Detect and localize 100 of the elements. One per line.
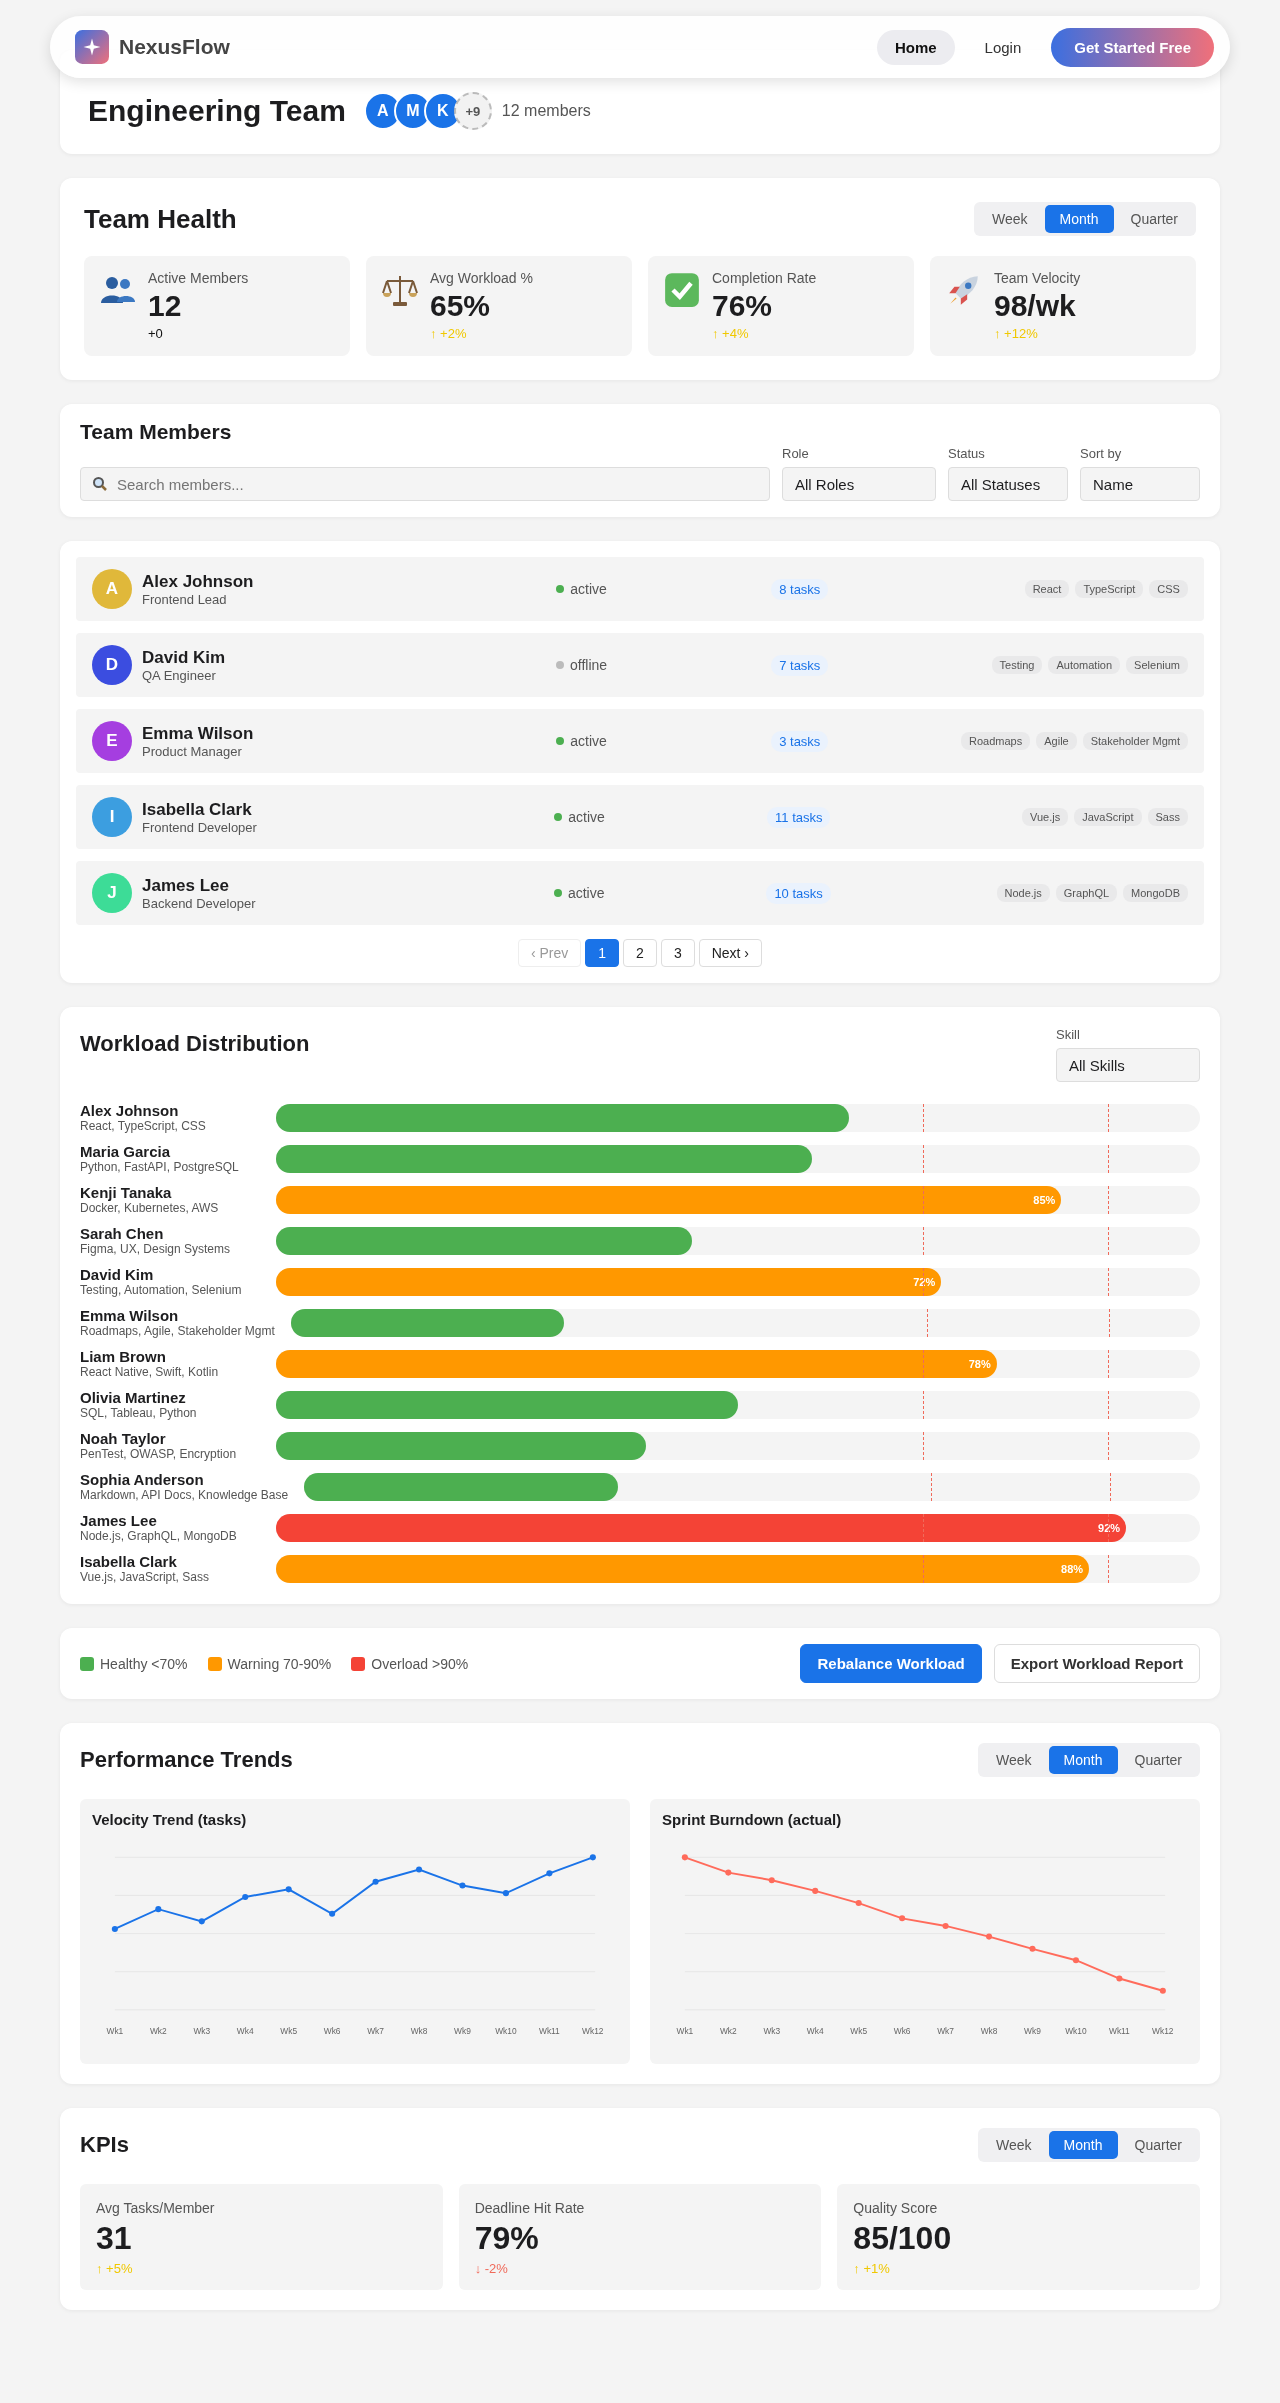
axis-label: Wk4: [806, 2026, 824, 2037]
nav-link[interactable]: Home: [876, 29, 955, 65]
threshold-line: [1107, 1554, 1109, 1583]
threshold-line: [922, 1267, 924, 1296]
member-name: Isabella Clark: [142, 799, 253, 820]
member-avatar: J: [92, 873, 132, 913]
period-tab[interactable]: Month: [1048, 1746, 1118, 1774]
chart-title: Velocity Trend (tasks): [92, 1811, 248, 1828]
legend-label: Warning 70-90%: [227, 1655, 332, 1672]
threshold-line: [922, 1226, 924, 1255]
member-row[interactable]: J James Lee Backend Developer active 10 tasks Node.js GraphQL MongoDB: [76, 861, 1204, 925]
skill-tag: Agile: [1036, 732, 1077, 750]
period-tab[interactable]: Quarter: [1119, 1746, 1197, 1774]
stat-label: Active Members: [148, 270, 249, 286]
member-skills: PenTest, OWASP, Encryption: [80, 1447, 238, 1461]
member-skills: Node.js, GraphQL, MongoDB: [80, 1529, 238, 1543]
threshold-line: [922, 1103, 924, 1132]
stat-value: 12: [148, 288, 183, 324]
axis-label: Wk12: [1152, 2026, 1174, 2037]
workload-percent: 85%: [1033, 1193, 1056, 1206]
kpi-label: Avg Tasks/Member: [96, 2200, 216, 2216]
axis-label: Wk8: [980, 2026, 998, 2037]
member-role: Frontend Developer: [142, 819, 257, 835]
member-count: 12 members: [501, 102, 591, 120]
task-count-badge: 7 tasks: [771, 654, 829, 676]
workload-action-button[interactable]: Rebalance Workload: [800, 1644, 982, 1683]
member-avatar: D: [92, 645, 132, 685]
axis-label: Wk2: [149, 2026, 167, 2037]
axis-label: Wk1: [676, 2026, 694, 2037]
axis-label: Wk6: [893, 2026, 911, 2037]
more-avatars-badge: +9: [453, 92, 492, 130]
section-title: Team Members: [80, 420, 233, 444]
threshold-line: [1107, 1267, 1109, 1296]
get-started-button[interactable]: Get Started Free: [1051, 27, 1214, 67]
member-row[interactable]: A Alex Johnson Frontend Lead active 8 tasks React TypeScript CSS: [76, 557, 1204, 621]
axis-label: Wk11: [1109, 2026, 1130, 2037]
workload-percent: 78%: [968, 1357, 991, 1370]
sparkle-logo-icon: [75, 30, 109, 64]
workload-action-button[interactable]: Export Workload Report: [993, 1644, 1200, 1683]
search-field[interactable]: Search members...: [80, 467, 770, 501]
member-skills: Python, FastAPI, PostgreSQL: [80, 1160, 240, 1174]
member-name: Liam Brown: [80, 1348, 167, 1365]
legend-label: Overload >90%: [371, 1655, 469, 1672]
member-row[interactable]: D David Kim QA Engineer offline 7 tasks Testing Automation Selenium: [76, 633, 1204, 697]
threshold-line: [1107, 1226, 1109, 1255]
member-skills: React Native, Swift, Kotlin: [80, 1365, 220, 1379]
member-status: active: [567, 885, 605, 901]
threshold-line: [922, 1349, 924, 1378]
axis-label: Wk9: [454, 2026, 471, 2037]
threshold-line: [1107, 1513, 1109, 1542]
member-row[interactable]: E Emma Wilson Product Manager active 3 tasks Roadmaps Agile Stakeholder Mgmt: [76, 709, 1204, 773]
threshold-line: [1107, 1103, 1109, 1132]
threshold-line: [1110, 1472, 1112, 1501]
pagination-button[interactable]: Next ›: [698, 939, 763, 967]
member-name: James Lee: [142, 875, 230, 896]
threshold-line: [1109, 1308, 1111, 1337]
threshold-line: [922, 1554, 924, 1583]
threshold-line: [1107, 1349, 1109, 1378]
period-tab[interactable]: Month: [1044, 205, 1114, 233]
axis-label: Wk9: [1024, 2026, 1041, 2037]
skill-tag: Automation: [1048, 656, 1121, 674]
period-tab[interactable]: Week: [981, 1746, 1047, 1774]
nav-link[interactable]: Login: [966, 29, 1040, 65]
filter-dropdown[interactable]: All Roles: [782, 467, 936, 501]
axis-label: Wk11: [539, 2026, 560, 2037]
period-tab[interactable]: Month: [1048, 2131, 1118, 2159]
kpi-change: ↓ -2%: [474, 2261, 509, 2276]
member-name: Isabella Clark: [80, 1553, 178, 1570]
member-role: Frontend Lead: [142, 591, 228, 607]
member-name: Sarah Chen: [80, 1225, 165, 1242]
filter-label: Status: [948, 446, 986, 461]
member-avatar: E: [92, 721, 132, 761]
period-tab[interactable]: Week: [977, 205, 1043, 233]
pagination-button[interactable]: 1: [585, 939, 620, 967]
skill-tag: Stakeholder Mgmt: [1082, 732, 1188, 750]
threshold-line: [1107, 1431, 1109, 1460]
filter-dropdown[interactable]: Name: [1080, 467, 1200, 501]
member-name: Alex Johnson: [142, 571, 254, 592]
pagination-button[interactable]: 3: [660, 939, 695, 967]
stat-label: Avg Workload %: [430, 270, 533, 286]
stat-label: Completion Rate: [712, 270, 817, 286]
skill-dropdown[interactable]: All Skills: [1056, 1048, 1200, 1082]
member-avatar: A: [92, 569, 132, 609]
threshold-line: [922, 1513, 924, 1542]
axis-label: Wk2: [719, 2026, 737, 2037]
task-count-badge: 3 tasks: [771, 730, 829, 752]
axis-label: Wk7: [367, 2026, 384, 2037]
member-skills: Roadmaps, Agile, Stakeholder Mgmt: [80, 1324, 275, 1338]
member-name: James Lee: [80, 1512, 158, 1529]
threshold-line: [931, 1472, 933, 1501]
kpi-change: ↑ +1%: [853, 2261, 891, 2276]
filter-dropdown[interactable]: All Statuses: [948, 467, 1068, 501]
period-tab[interactable]: Quarter: [1115, 205, 1193, 233]
period-tab[interactable]: Quarter: [1119, 2131, 1197, 2159]
pagination-button[interactable]: 2: [623, 939, 657, 967]
period-tab[interactable]: Week: [981, 2131, 1047, 2159]
search-icon: [92, 476, 108, 492]
member-skills: Markdown, API Docs, Knowledge Base: [80, 1488, 289, 1502]
member-row[interactable]: I Isabella Clark Frontend Developer active 11 tasks Vue.js JavaScript Sass: [76, 785, 1204, 849]
section-title: Team Health: [84, 203, 237, 235]
